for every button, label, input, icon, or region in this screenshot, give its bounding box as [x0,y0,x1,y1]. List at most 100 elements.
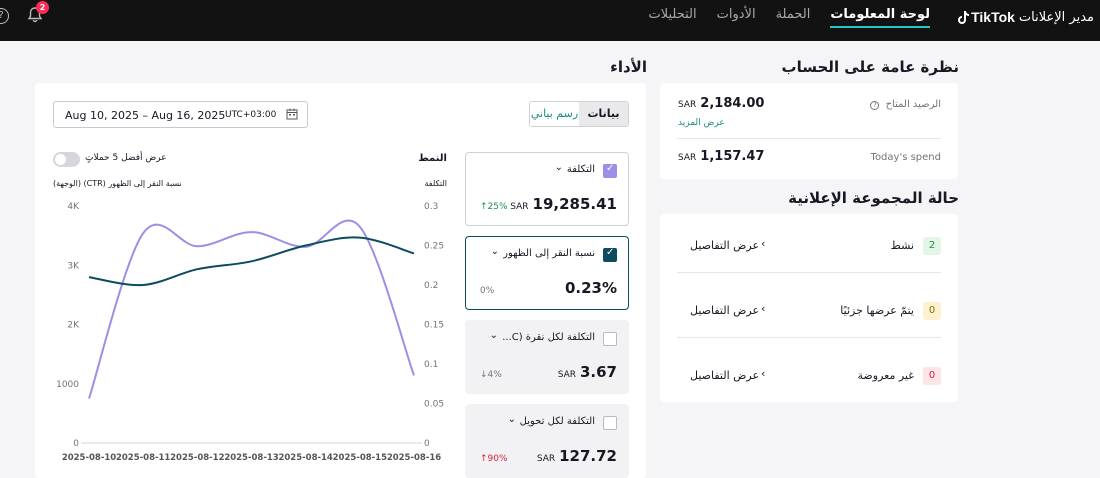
view-details-link[interactable]: عرض التفاصيل [690,304,759,317]
x-tick-label: 2025-08-11 [116,453,170,463]
spend-currency: SAR [678,153,697,163]
balance-label-text: الرصيد المتاح [885,99,941,110]
divider [677,272,941,273]
spend-amount: 1,157.47 [700,149,765,164]
account-overview-title: نظرة عامة على الحساب [781,58,959,76]
x-tick-label: 2025-08-16 [387,453,441,463]
metric-value: SAR 3.67 [558,363,617,381]
right-tick-label: 0.25 [424,242,444,252]
metric-delta: 0% [480,286,495,296]
metric-name: التكلفة [566,164,595,175]
right-tick-label: 0.2 [424,281,438,291]
today-spend-value: SAR 1,157.47 [678,149,764,164]
metric-currency: SAR [557,370,576,380]
metric-currency: SAR [536,454,556,464]
metric-amount: 19,285.41 [532,195,617,213]
metric-checkbox[interactable]: ✓ [603,247,617,262]
app-title: مدير الإعلانات [1018,9,1094,25]
metric-value: SAR 127.72 [537,447,617,465]
metric-checkbox[interactable] [603,416,617,430]
chevron-left-icon[interactable]: ‹ [761,367,765,380]
metric-card-cpa[interactable]: التكلفة لكل تحويل SAR 127.72 ↑90% ⌄ [465,404,629,478]
metric-delta: ↓4% [480,370,502,380]
chevron-down-icon[interactable]: ⌄ [491,246,499,257]
info-icon[interactable]: ? [870,101,880,110]
tiktok-note-icon [958,10,970,24]
performance-chart: 4K 3K 2K 1000 0 0.3 0.25 0.2 0.15 0.1 0.05 0 2025-08… [56,202,444,463]
metric-amount: 0.23% [564,279,617,297]
metric-checkbox[interactable] [603,332,617,346]
status-row-active: 2 نشط ‹ عرض التفاصيل [677,223,941,273]
status-row-partial: 0 يتمّ عرضها جزئيًا ‹ عرض التفاصيل [677,288,941,338]
status-name: يتمّ عرضها جزئيًا [840,304,914,317]
view-details-link[interactable]: عرض التفاصيل [690,369,759,382]
left-tick-label: 1000 [56,380,79,390]
left-tick-label: 3K [67,261,80,271]
balance-value: SAR 2,184.00 [678,96,764,111]
view-details-link[interactable]: عرض التفاصيل [690,239,759,252]
tiktok-logo: TikTok [957,9,1015,25]
notification-badge: 2 [36,1,49,14]
balance-currency: SAR [678,100,697,110]
metric-card-cost[interactable]: ✓ التكلفة ⌄ SAR 19,285.41 ↑25% [465,152,629,226]
status-count: 2 [923,237,941,255]
metric-amount: 3.67 [579,363,617,381]
left-tick-label: 0 [73,439,79,449]
chart-view-button[interactable]: رسم بياني [530,102,579,126]
metric-name: نسبة النقر إلى الظهور [503,248,595,259]
metric-value: 0.23% [561,279,617,297]
balance-label: الرصيد المتاح ? [870,99,941,110]
status-row-not-delivering: 0 غير معروضة ‹ عرض التفاصيل [677,353,941,403]
metric-card-cpc[interactable]: التكلفة لكل نقرة (C... SAR 3.67 ↓4% ⌄ [465,320,629,394]
x-tick-label: 2025-08-10 [62,453,116,463]
cost-series-line [88,219,415,399]
metric-currency: SAR [510,202,529,212]
metric-name: التكلفة لكل نقرة (C... [502,332,595,343]
adgroup-status-card: 2 نشط ‹ عرض التفاصيل 0 يتمّ عرضها جزئيًا… [660,214,958,402]
right-tick-label: 0.3 [424,202,438,212]
right-tick-label: 0.05 [424,400,444,410]
status-count: 0 [923,302,941,320]
right-tick-label: 0 [424,439,430,449]
view-more-link[interactable]: عرض المزيد [678,118,725,128]
status-name: غير معروضة [857,369,914,382]
chevron-down-icon[interactable]: ⌄ [490,330,498,341]
status-count: 0 [923,367,941,385]
balance-amount: 2,184.00 [700,96,765,111]
metric-amount: 127.72 [559,447,617,465]
x-tick-label: 2025-08-14 [278,453,332,463]
metric-card-ctr[interactable]: ✓ نسبة النقر إلى الظهور 0.23% 0% ⌄ [465,236,629,310]
performance-card: Aug 10, 2025 – Aug 16, 2025 UTC+03:00 رس… [35,83,646,478]
brand[interactable]: مدير الإعلانات TikTok [957,7,1094,27]
metric-delta: ↑25% [480,202,508,212]
check-icon: ✓ [606,247,615,258]
metric-name: التكلفة لكل تحويل [519,416,595,427]
divider [677,337,941,338]
metric-checkbox[interactable]: ✓ [603,163,617,178]
chevron-left-icon[interactable]: ‹ [761,237,765,250]
help-icon[interactable]: ? [0,8,9,24]
chevron-left-icon[interactable]: ‹ [761,302,765,315]
nav-dashboard[interactable]: لوحة المعلومات [830,7,930,28]
view-toggle: رسم بياني بيانات [529,101,629,127]
right-tick-label: 0.1 [424,360,438,370]
metric-delta: ↑90% [480,454,508,464]
top-nav-bar: ? 2 مدير الإعلانات TikTok لوحة المعلومات… [0,0,1100,41]
brand-name: TikTok [971,9,1015,25]
status-name: نشط [890,239,914,252]
chevron-down-icon[interactable]: ⌄ [555,162,563,173]
chevron-down-icon[interactable]: ⌄ [508,414,516,425]
nav-tools[interactable]: الأدوات [717,7,756,28]
performance-title: الأداء [610,58,647,76]
account-overview-card: الرصيد المتاح ? SAR 2,184.00 عرض المزيد T… [660,83,958,179]
nav-analytics[interactable]: التحليلات [649,7,697,28]
left-tick-label: 2K [67,321,80,331]
x-tick-label: 2025-08-12 [170,453,224,463]
nav-campaign[interactable]: الحملة [776,7,811,28]
data-view-button[interactable]: بيانات [579,102,628,126]
left-tick-label: 4K [67,202,80,212]
metric-value: SAR 19,285.41 [510,195,617,213]
x-tick-label: 2025-08-13 [224,453,278,463]
adgroup-status-title: حالة المجموعة الإعلانية [788,189,959,207]
x-tick-label: 2025-08-15 [333,453,387,463]
